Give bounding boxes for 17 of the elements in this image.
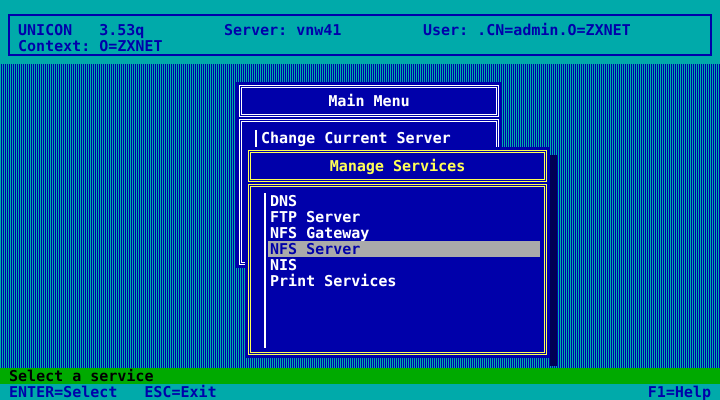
version-text: 3.53q — [99, 22, 144, 38]
menu-item[interactable]: NFS Server — [268, 241, 540, 257]
key-hint: ESC=Exit — [144, 384, 217, 400]
menu-item[interactable]: FTP Server — [268, 209, 540, 225]
product-name: UNICON — [18, 22, 72, 38]
context-text: Context: O=ZXNET — [18, 38, 162, 54]
menu-title: Main Menu — [239, 85, 499, 117]
key-hint: ENTER=Select — [9, 384, 118, 400]
key-hint: F1=Help — [648, 384, 711, 400]
menu-item[interactable]: NIS — [268, 257, 540, 273]
menu-item[interactable]: Print Services — [268, 273, 540, 289]
server-text: Server: vnw41 — [224, 22, 342, 38]
menu-item[interactable]: DNS — [268, 193, 540, 209]
menu-item[interactable]: NFS Gateway — [268, 225, 540, 241]
user-text: User: .CN=admin.O=ZXNET — [423, 22, 631, 38]
menu-item[interactable]: Change Current Server — [259, 130, 490, 146]
menu-title: Manage Services — [248, 150, 547, 182]
